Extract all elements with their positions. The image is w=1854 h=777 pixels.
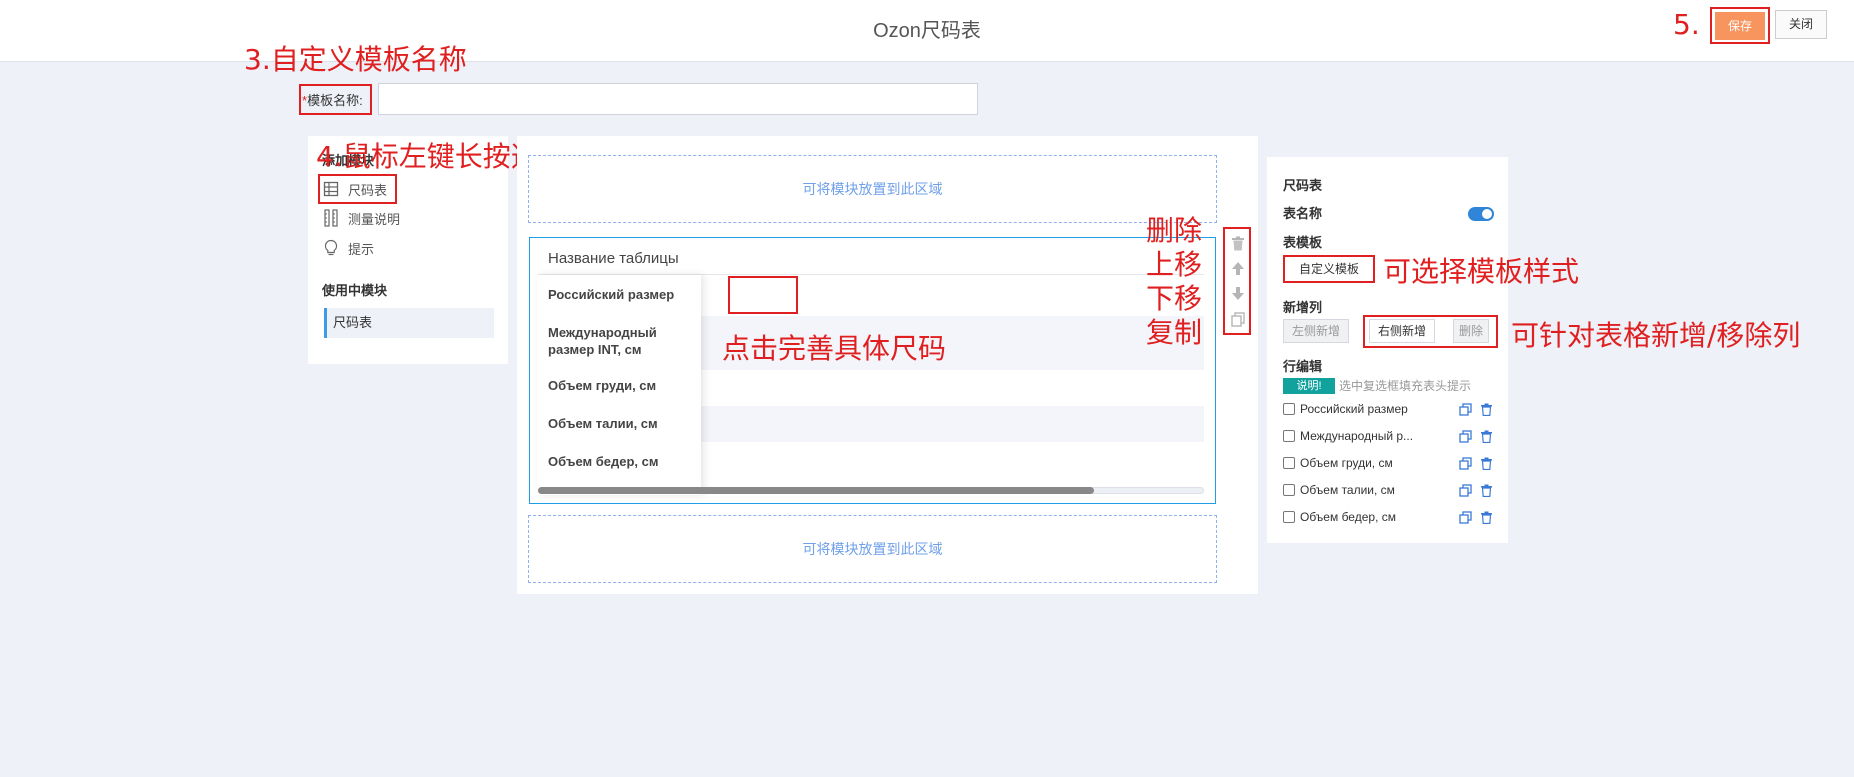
palette-item-label: 测量说明 bbox=[348, 211, 401, 227]
drop-zone-top[interactable]: 可将模块放置到此区域 bbox=[528, 155, 1217, 223]
row-header[interactable]: Объем груди, см bbox=[548, 377, 656, 394]
trash-icon[interactable] bbox=[1230, 235, 1246, 251]
editable-cell-highlight[interactable] bbox=[728, 276, 798, 314]
trash-icon[interactable] bbox=[1480, 484, 1493, 497]
table-header-column: Российский размер Международный размер I… bbox=[537, 275, 701, 495]
row-checkbox[interactable] bbox=[1283, 484, 1295, 496]
annotation-delete: 删除 bbox=[1146, 214, 1203, 247]
trash-icon[interactable] bbox=[1480, 457, 1493, 470]
lightbulb-icon bbox=[322, 239, 340, 257]
size-table-highlight-box bbox=[318, 174, 397, 204]
copy-icon[interactable] bbox=[1459, 456, 1472, 470]
table-row[interactable] bbox=[700, 406, 1204, 442]
close-button[interactable]: 关闭 bbox=[1775, 10, 1827, 39]
annotation-move-down: 下移 bbox=[1146, 282, 1203, 315]
properties-panel: 尺码表 表名称 表模板 自定义模板 新增列 左侧新增 右侧新增 删除 行编辑 说… bbox=[1267, 157, 1508, 543]
table-title[interactable]: Название таблицы bbox=[548, 250, 679, 267]
drop-zone-bottom[interactable]: 可将模块放置到此区域 bbox=[528, 515, 1217, 583]
annotation-template-style: 可选择模板样式 bbox=[1383, 255, 1580, 288]
row-header[interactable]: Объем бедер, см bbox=[548, 453, 659, 470]
template-name-label-text: 模板名称: bbox=[307, 93, 363, 108]
copy-icon[interactable] bbox=[1230, 311, 1246, 327]
inuse-module-heading: 使用中模块 bbox=[322, 283, 388, 298]
template-name-input[interactable] bbox=[378, 83, 978, 115]
row-header[interactable]: Международный размер INT, см bbox=[548, 324, 693, 358]
save-highlight-box bbox=[1710, 7, 1770, 44]
row-edit-label-text: Объем талии, см bbox=[1300, 483, 1395, 497]
row-edit-label-text: Российский размер bbox=[1300, 402, 1408, 416]
palette-item-measure-note[interactable]: 测量说明 bbox=[322, 206, 400, 230]
row-edit-item: Международный р... bbox=[1283, 427, 1493, 445]
copy-icon[interactable] bbox=[1459, 429, 1472, 443]
row-header[interactable]: Российский размер bbox=[548, 286, 674, 303]
row-edit-item: Объем бедер, см bbox=[1283, 508, 1493, 526]
annotation-step3: 3.自定义模板名称 bbox=[244, 43, 467, 76]
horizontal-scrollbar-thumb[interactable] bbox=[538, 487, 1094, 494]
annotation-column-ops: 可针对表格新增/移除列 bbox=[1511, 319, 1801, 352]
arrow-down-icon[interactable] bbox=[1230, 285, 1246, 301]
column-ops-highlight-box bbox=[1363, 315, 1498, 348]
copy-icon[interactable] bbox=[1459, 483, 1472, 497]
row-edit-label: 行编辑 bbox=[1283, 359, 1323, 374]
trash-icon[interactable] bbox=[1480, 511, 1493, 524]
props-heading: 尺码表 bbox=[1283, 178, 1323, 193]
template-name-label: *模板名称: bbox=[302, 90, 363, 109]
row-checkbox[interactable] bbox=[1283, 430, 1295, 442]
add-column-label: 新增列 bbox=[1283, 300, 1323, 315]
row-checkbox[interactable] bbox=[1283, 403, 1295, 415]
row-checkbox[interactable] bbox=[1283, 511, 1295, 523]
ruler-icon bbox=[322, 209, 340, 227]
trash-icon[interactable] bbox=[1480, 430, 1493, 443]
row-checkbox[interactable] bbox=[1283, 457, 1295, 469]
copy-icon[interactable] bbox=[1459, 510, 1472, 524]
annotation-copy: 复制 bbox=[1146, 316, 1203, 349]
row-edit-label-text: Объем груди, см bbox=[1300, 456, 1393, 470]
annotation-step5: 5. bbox=[1673, 8, 1700, 41]
palette-item-label: 提示 bbox=[348, 241, 375, 257]
table-name-label: 表名称 bbox=[1283, 206, 1323, 221]
copy-icon[interactable] bbox=[1459, 402, 1472, 416]
row-edit-label-text: Объем бедер, см bbox=[1300, 510, 1396, 524]
add-left-column-button[interactable]: 左侧新增 bbox=[1283, 319, 1349, 343]
size-table-module[interactable]: Название таблицы Российский размер Между… bbox=[529, 237, 1216, 504]
annotation-move-up: 上移 bbox=[1146, 248, 1203, 281]
arrow-up-icon[interactable] bbox=[1230, 260, 1246, 276]
row-edit-item: Российский размер bbox=[1283, 400, 1493, 418]
palette-item-tip[interactable]: 提示 bbox=[322, 236, 374, 260]
inuse-item-size-table[interactable]: 尺码表 bbox=[324, 308, 494, 338]
row-edit-label-text: Международный р... bbox=[1300, 429, 1414, 443]
table-name-toggle[interactable] bbox=[1468, 207, 1494, 221]
template-select-button[interactable]: 自定义模板 bbox=[1283, 255, 1375, 283]
row-edit-item: Объем талии, см bbox=[1283, 481, 1493, 499]
template-label: 表模板 bbox=[1283, 235, 1323, 250]
annotation-click-cell: 点击完善具体尺码 bbox=[722, 332, 947, 365]
row-edit-item: Объем груди, см bbox=[1283, 454, 1493, 472]
module-toolbar bbox=[1223, 227, 1251, 335]
note-text: 选中复选框填充表头提示 bbox=[1339, 379, 1472, 393]
note-tag: 说明! bbox=[1283, 378, 1335, 394]
trash-icon[interactable] bbox=[1480, 403, 1493, 416]
row-header[interactable]: Объем талии, см bbox=[548, 415, 658, 432]
